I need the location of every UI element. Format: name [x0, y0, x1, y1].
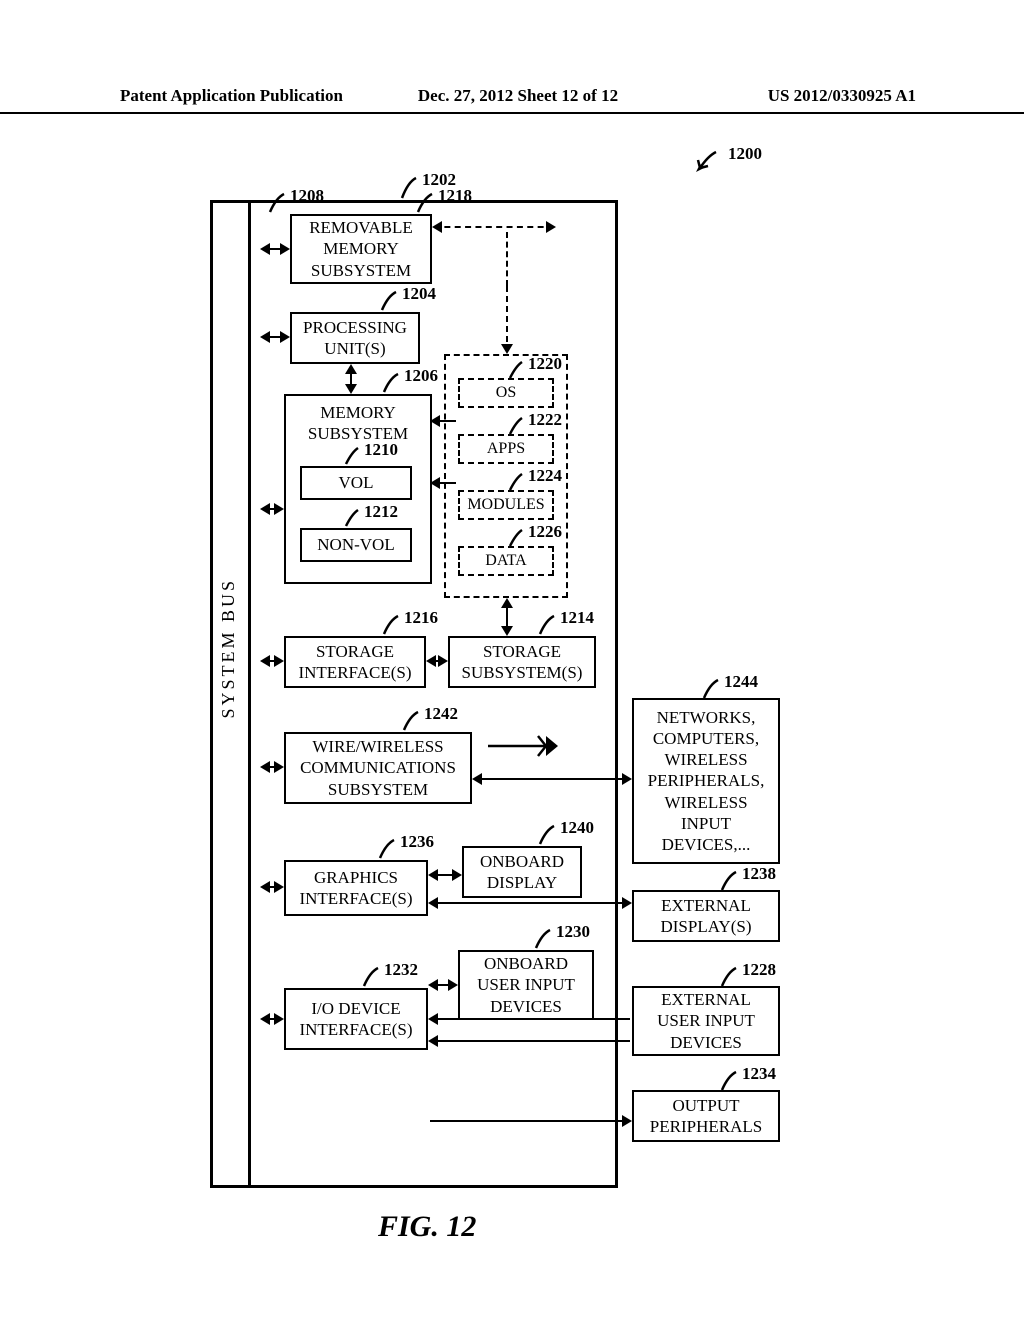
arrow-icon	[350, 366, 352, 392]
leader-icon	[376, 838, 398, 862]
leader-icon	[342, 446, 362, 468]
onboard-input-box: ONBOARD USER INPUT DEVICES	[458, 950, 594, 1020]
leader-icon	[360, 966, 382, 990]
dashed-arrow-icon	[506, 286, 508, 352]
output-peripherals-box: OUTPUT PERIPHERALS	[632, 1090, 780, 1142]
external-input-box: EXTERNAL USER INPUT DEVICES	[632, 986, 780, 1056]
bus-label: SYSTEM BUS	[218, 578, 239, 719]
arrow-icon	[430, 874, 460, 876]
arrow-icon	[430, 984, 456, 986]
arrow-icon	[428, 660, 446, 662]
apps-box: APPS	[458, 434, 554, 464]
arrow-icon	[262, 1018, 282, 1020]
ref-1230: 1230	[556, 922, 590, 942]
mem-subsystem-label: MEMORY SUBSYSTEM	[308, 402, 408, 445]
storage-subsystem-box: STORAGE SUBSYSTEM(S)	[448, 636, 596, 688]
arrow-icon	[262, 660, 282, 662]
leader-icon	[266, 192, 288, 216]
arrow-icon	[430, 1018, 630, 1020]
header-right: US 2012/0330925 A1	[651, 86, 916, 106]
arrow-icon	[432, 482, 456, 484]
ref-1222: 1222	[528, 410, 562, 430]
storage-interface-box: STORAGE INTERFACE(S)	[284, 636, 426, 688]
arrow-icon	[506, 600, 508, 634]
ref-1212: 1212	[364, 502, 398, 522]
leader-icon	[380, 614, 402, 638]
ref-1220: 1220	[528, 354, 562, 374]
arrow-icon	[262, 248, 288, 250]
ref-1240: 1240	[560, 818, 594, 838]
header-center: Dec. 27, 2012 Sheet 12 of 12	[385, 86, 650, 106]
arrow-icon	[430, 1040, 630, 1042]
arrow-icon	[432, 420, 456, 422]
dashed-arrow-icon	[434, 226, 554, 228]
ref-1206: 1206	[404, 366, 438, 386]
leader-icon	[532, 928, 554, 952]
networks-box: NETWORKS, COMPUTERS, WIRELESS PERIPHERAL…	[632, 698, 780, 864]
system-bus	[248, 200, 262, 1188]
ref-1232: 1232	[384, 960, 418, 980]
arrow-icon	[262, 886, 282, 888]
ref-1228: 1228	[742, 960, 776, 980]
dashed-line	[506, 232, 508, 286]
leader-icon	[414, 192, 436, 216]
io-interface-box: I/O DEVICE INTERFACE(S)	[284, 988, 428, 1050]
ref-1242: 1242	[424, 704, 458, 724]
figure-caption: FIG. 12	[378, 1210, 476, 1244]
arrow-icon	[262, 508, 282, 510]
arrow-icon	[430, 902, 630, 904]
leader-icon	[380, 372, 402, 396]
vol-box: VOL	[300, 466, 412, 500]
arrow-icon	[694, 148, 722, 176]
arrow-icon	[262, 336, 288, 338]
leader-icon	[378, 290, 400, 314]
ref-1200: 1200	[728, 144, 762, 164]
ref-1236: 1236	[400, 832, 434, 852]
ref-1244: 1244	[724, 672, 758, 692]
header-left: Patent Application Publication	[120, 86, 385, 106]
leader-icon	[536, 614, 558, 638]
arrow-icon	[474, 778, 630, 780]
ref-1208: 1208	[290, 186, 324, 206]
removable-memory-box: REMOVABLE MEMORY SUBSYSTEM	[290, 214, 432, 284]
leader-icon	[342, 508, 362, 530]
ref-1224: 1224	[528, 466, 562, 486]
arrow-icon	[262, 766, 282, 768]
ref-1218: 1218	[438, 186, 472, 206]
graphics-interface-box: GRAPHICS INTERFACE(S)	[284, 860, 428, 916]
processing-units-box: PROCESSING UNIT(S)	[290, 312, 420, 364]
ref-1216: 1216	[404, 608, 438, 628]
comm-subsystem-box: WIRE/WIRELESS COMMUNICATIONS SUBSYSTEM	[284, 732, 472, 804]
ref-1226: 1226	[528, 522, 562, 542]
ref-1214: 1214	[560, 608, 594, 628]
ref-1204: 1204	[402, 284, 436, 304]
modules-box: MODULES	[458, 490, 554, 520]
figure-canvas: 1200 1202 SYSTEM BUS 1208 REMOVABLE MEMO…	[0, 120, 1024, 1250]
ref-1234: 1234	[742, 1064, 776, 1084]
leader-icon	[536, 824, 558, 848]
data-box: DATA	[458, 546, 554, 576]
external-display-box: EXTERNAL DISPLAY(S)	[632, 890, 780, 942]
antenna-icon	[488, 732, 558, 762]
ref-1238: 1238	[742, 864, 776, 884]
arrow-icon	[430, 1120, 630, 1122]
page-header: Patent Application Publication Dec. 27, …	[0, 86, 1024, 114]
nonvol-box: NON-VOL	[300, 528, 412, 562]
leader-icon	[400, 710, 422, 734]
onboard-display-box: ONBOARD DISPLAY	[462, 846, 582, 898]
ref-1210: 1210	[364, 440, 398, 460]
os-box: OS	[458, 378, 554, 408]
